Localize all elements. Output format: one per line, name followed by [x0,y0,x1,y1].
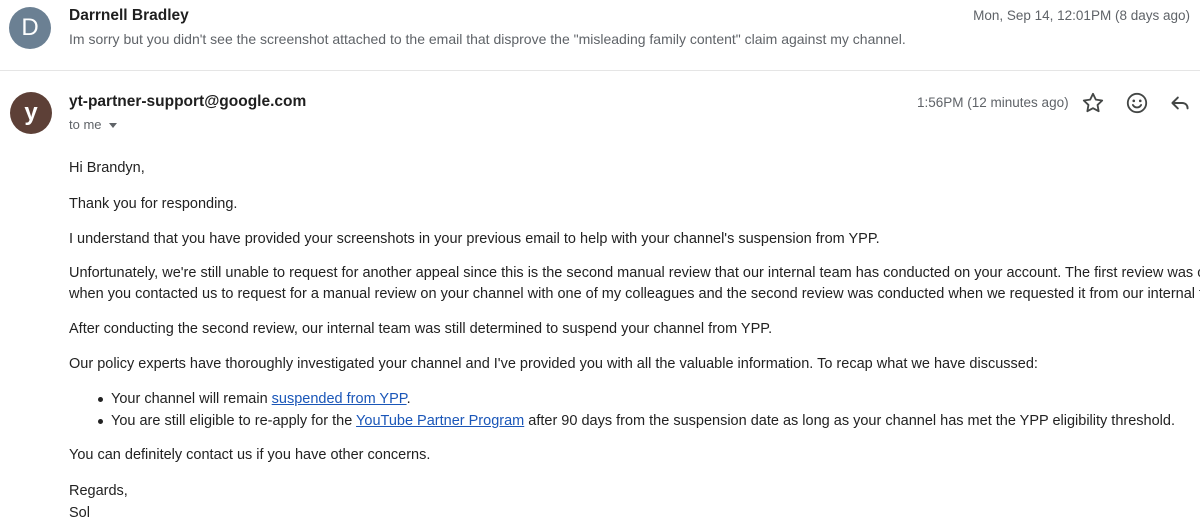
signature: Sol [69,505,90,521]
chevron-down-icon [108,123,117,129]
message-snippet[interactable]: Im sorry but you didn't see the screensh… [69,31,906,47]
bullet-text: Your channel will remain [111,391,272,407]
collapsed-message[interactable]: D Darrnell Bradley Im sorry but you didn… [0,0,1200,71]
star-icon[interactable] [1080,90,1106,116]
emoji-reaction-icon[interactable] [1124,90,1150,116]
sender-name[interactable]: Darrnell Bradley [69,7,189,25]
body-paragraph: I understand that you have provided your… [69,231,880,247]
sender-email[interactable]: yt-partner-support@google.com [69,93,306,111]
suspended-from-ypp-link[interactable]: suspended from YPP [272,391,407,407]
email-thread: D Darrnell Bradley Im sorry but you didn… [0,0,1200,524]
list-item: Your channel will remain suspended from … [98,390,1175,412]
bullet-text: . [406,391,411,407]
avatar[interactable]: D [9,7,51,49]
message-date: 1:56PM (12 minutes ago) [917,95,1069,110]
bullet-text: You are still eligible to re-apply for t… [111,413,357,429]
message-date: Mon, Sep 14, 12:01PM (8 days ago) [973,8,1190,23]
body-paragraph: After conducting the second review, our … [69,321,773,337]
youtube-partner-program-link[interactable]: YouTube Partner Program [356,413,524,429]
body-paragraph: Our policy experts have thoroughly inves… [69,356,1038,372]
list-item: You are still eligible to re-apply for t… [98,412,1175,434]
bullet-text: after 90 days from the suspension date a… [524,413,1175,429]
greeting: Hi Brandyn, [69,160,145,176]
recipient-label: to me [69,117,102,132]
body-paragraph: Thank you for responding. [69,196,238,212]
avatar[interactable]: y [10,92,52,134]
recap-list: Your channel will remain suspended from … [98,390,1175,434]
reply-icon[interactable] [1167,90,1193,116]
recipient-details-toggle[interactable]: to me [69,117,117,132]
body-paragraph: Unfortunately, we're still unable to req… [69,265,1200,281]
closing: Regards, [69,483,128,499]
body-paragraph: You can definitely contact us if you hav… [69,447,431,463]
body-paragraph: when you contacted us to request for a m… [69,286,1200,302]
